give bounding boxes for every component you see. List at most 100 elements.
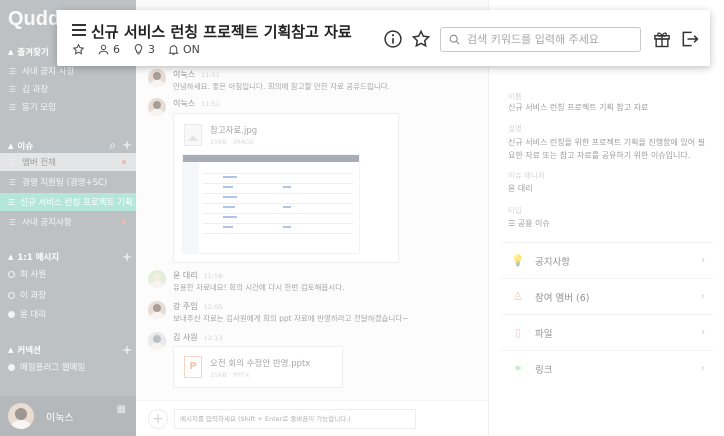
chevron-up-icon: ▲ <box>8 48 14 56</box>
links-link[interactable]: ⚭ 링크 › <box>501 350 713 386</box>
chevron-right-icon: › <box>701 327 705 338</box>
avatar <box>148 270 166 288</box>
files-link[interactable]: ▯ 파일 › <box>501 314 713 350</box>
message-time: 12:13 <box>203 334 223 342</box>
sidebar-item-group[interactable]: ☰ 동기 모임 <box>0 98 136 116</box>
search-input[interactable] <box>467 33 637 46</box>
chevron-right-icon: › <box>701 255 705 266</box>
message-sender: 이눅스 11:51 <box>173 70 220 79</box>
sidebar-item-label: 최 사원 <box>20 270 47 280</box>
add-icon[interactable]: + <box>122 343 132 357</box>
pptx-attachment[interactable]: P 오전 회의 수정안 반영.pptx 25KB · PPTX <box>173 346 343 388</box>
sidebar-item-lee[interactable]: 이 과장 <box>0 286 136 304</box>
exit-icon <box>682 31 699 47</box>
connections-header[interactable]: ▲ 커넥션 + <box>8 343 132 357</box>
favorite-star-small[interactable] <box>72 43 85 56</box>
notification-toggle[interactable]: ON <box>167 43 200 56</box>
bell-icon <box>168 45 179 55</box>
sidebar-item-all-members[interactable]: ☰ 멤버 전체 <box>0 153 136 171</box>
members-count[interactable]: 6 <box>97 43 120 56</box>
message-sender: 강 주임 12:05 <box>173 302 223 311</box>
sidebar-item-label: 신규 서비스 런칭 프로젝트 기획... <box>20 198 136 208</box>
list-icon: ☰ <box>8 177 17 187</box>
message-sender: 윤 대리 11:58 <box>173 271 223 280</box>
star-icon <box>411 29 431 48</box>
status-icon <box>8 270 15 278</box>
user-name: 이눅스 <box>46 412 74 424</box>
bulb-icon <box>134 44 143 55</box>
members-link[interactable]: ♙ 참여 멤버 (6) › <box>501 278 713 314</box>
issue-meta: 6 3 ON <box>72 43 200 56</box>
search-icon[interactable]: ⌕ <box>109 138 116 153</box>
grid-icon[interactable]: ▦ <box>117 404 126 415</box>
name-value: 신규 서비스 런칭 프로젝트 기획 참고 자료 <box>508 103 649 112</box>
avatar <box>148 69 166 87</box>
pins-count[interactable]: 3 <box>132 43 155 56</box>
sidebar-item-label: 윤 대리 <box>20 310 47 320</box>
sidebar-item-label: 멤버 전체 <box>22 158 56 168</box>
list-icon: ☰ <box>8 102 17 112</box>
issues-header[interactable]: ▲ 이슈 ⌕ + <box>8 138 132 153</box>
description-value: 신규 서비스 런칭을 위한 프로젝트 기획을 진행함에 있어 필요한 자료 또는… <box>508 138 705 160</box>
sidebar-item-label: 동기 모임 <box>22 103 56 113</box>
add-icon[interactable]: + <box>122 138 132 153</box>
sidebar-item-kim[interactable]: ☰ 김 과장 <box>0 80 136 98</box>
list-icon: ☰ <box>8 66 17 76</box>
info-button[interactable] <box>383 29 403 49</box>
add-icon[interactable]: + <box>122 250 132 264</box>
search-box[interactable] <box>440 27 641 52</box>
list-icon: ☰ <box>8 217 17 227</box>
info-icon <box>384 30 402 48</box>
message-input[interactable] <box>174 409 416 429</box>
member-icon: ♙ <box>513 290 523 303</box>
list-icon: ☰ <box>508 219 518 228</box>
pptx-file-icon: P <box>184 356 202 378</box>
status-icon <box>8 310 15 318</box>
list-icon: ☰ <box>8 157 17 167</box>
webmail-icon <box>8 363 15 371</box>
manager-label: 이슈 매니저 <box>508 171 545 180</box>
image-thumbnail[interactable] <box>182 154 360 254</box>
sidebar-item-project[interactable]: ☰ 신규 서비스 런칭 프로젝트 기획... <box>0 193 136 211</box>
exit-button[interactable] <box>680 29 700 49</box>
favorites-title: 즐겨찾기 <box>17 48 49 58</box>
image-attachment[interactable]: 참고자료.jpg 25KB · IMAGE <box>173 113 399 263</box>
star-outline-icon <box>72 43 85 55</box>
gift-button[interactable] <box>652 29 672 49</box>
message-time: 11:51 <box>201 71 220 79</box>
menu-icon[interactable] <box>72 24 86 36</box>
sidebar-item-yoon[interactable]: 윤 대리 <box>0 305 136 323</box>
chevron-up-icon: ▲ <box>8 253 14 261</box>
message-time: 11:58 <box>203 272 223 280</box>
sidebar-item-choi[interactable]: 최 사원 <box>0 265 136 283</box>
chevron-up-icon: ▲ <box>8 346 14 354</box>
sidebar-item-label: 사내 공지 사항 <box>22 67 75 77</box>
link-icon: ⚭ <box>513 362 523 375</box>
search-icon <box>449 34 460 45</box>
attach-button[interactable]: + <box>148 409 168 429</box>
message-time: 12:05 <box>203 303 223 311</box>
message-sender: 이눅스 11:51 <box>173 99 220 108</box>
favorite-button[interactable] <box>411 29 431 49</box>
message-text: 유용한 자료네요! 회의 시간에 다시 한번 검토해봅시다. <box>173 283 345 292</box>
user-profile[interactable]: 이눅스 ▦ <box>0 396 136 436</box>
avatar <box>8 403 34 429</box>
sidebar-item-company-notice[interactable]: ☰ 사내 공지사항 <box>0 213 136 231</box>
avatar <box>148 301 166 319</box>
sidebar-item-label: 사내 공지사항 <box>22 218 72 228</box>
sidebar-item-webmail[interactable]: 메일플러그 웹메일 <box>0 358 136 376</box>
chevron-up-icon: ▲ <box>8 141 14 150</box>
file-name: 참고자료.jpg <box>210 126 258 136</box>
sidebar-item-management[interactable]: ☰ 경영 지원팀 (경영+SC) <box>0 173 136 191</box>
chevron-right-icon: › <box>701 291 705 302</box>
person-icon <box>98 44 109 55</box>
message-sender: 김 사원 12:13 <box>173 333 223 342</box>
list-icon: ☰ <box>8 84 17 94</box>
dm-header[interactable]: ▲ 1:1 메시지 + <box>8 250 132 264</box>
file-name: 오전 회의 수정안 반영.pptx <box>210 359 311 369</box>
image-file-icon <box>184 124 202 146</box>
issues-title: 이슈 <box>17 141 34 152</box>
gift-icon <box>654 32 670 48</box>
notice-link[interactable]: 💡 공지사항 › <box>501 242 713 278</box>
unread-dot <box>122 160 126 164</box>
